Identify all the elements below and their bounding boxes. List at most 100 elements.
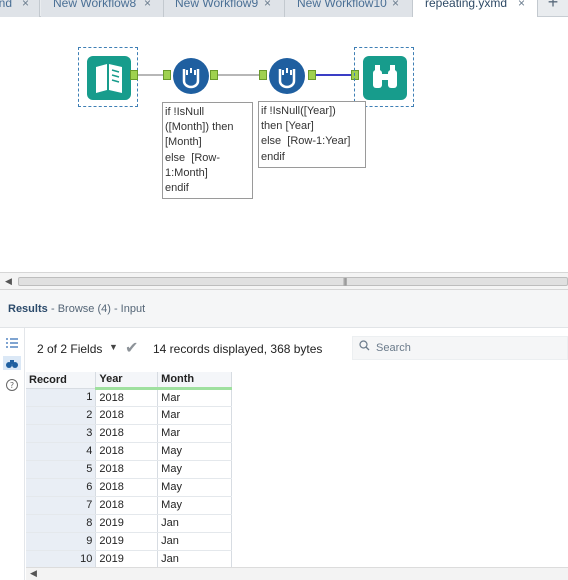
results-subtitle: - Browse (4) - Input	[51, 303, 146, 315]
results-grid[interactable]: Record Year Month 1 2018 Mar 2 2018 Mar 3 2018 M…	[26, 372, 232, 569]
table-row[interactable]: 2 2018 Mar	[26, 406, 232, 425]
book-icon	[87, 56, 131, 100]
input-data-tool[interactable]	[78, 47, 138, 107]
year-cell[interactable]: 2019	[95, 550, 159, 569]
column-header-year[interactable]: Year	[95, 372, 159, 390]
close-icon[interactable]: ×	[518, 0, 525, 13]
grid-horizontal-scrollbar[interactable]: ◀	[26, 567, 568, 580]
table-row[interactable]: 8 2019 Jan	[26, 514, 232, 533]
record-cell[interactable]: 4	[26, 442, 97, 461]
tab-label: repeating.yxmd	[425, 0, 508, 10]
month-cell[interactable]: Jan	[157, 514, 232, 533]
add-tab-button[interactable]: +	[538, 0, 568, 17]
column-header-month[interactable]: Month	[157, 372, 232, 390]
tab-new-workflow8[interactable]: New Workflow8 ×	[41, 0, 164, 17]
results-left-rail: ?	[0, 328, 25, 580]
search-icon	[359, 340, 370, 354]
record-cell[interactable]: 2	[26, 406, 97, 425]
tab-bar: ind × New Workflow8 × New Workflow9 × Ne…	[0, 0, 568, 18]
tab-label: ind	[0, 0, 13, 10]
formula-tool-1[interactable]	[173, 58, 209, 94]
table-row[interactable]: 4 2018 May	[26, 442, 232, 461]
table-row[interactable]: 5 2018 May	[26, 460, 232, 479]
results-header: Results - Browse (4) - Input	[0, 290, 568, 328]
month-cell[interactable]: Mar	[157, 388, 232, 407]
month-cell[interactable]: Mar	[157, 406, 232, 425]
canvas-horizontal-scrollbar[interactable]: ◀ |||	[0, 272, 568, 290]
month-cell[interactable]: May	[157, 496, 232, 515]
table-row[interactable]: 9 2019 Jan	[26, 532, 232, 551]
close-icon[interactable]: ×	[392, 0, 399, 13]
month-cell[interactable]: May	[157, 478, 232, 497]
tab-new-workflow10[interactable]: New Workflow10 ×	[285, 0, 413, 17]
output-anchor[interactable]	[210, 70, 218, 80]
record-cell[interactable]: 8	[26, 514, 97, 533]
year-cell[interactable]: 2019	[95, 532, 159, 551]
connection-line-selected[interactable]	[316, 74, 354, 76]
checkmark-icon: ✔	[125, 340, 139, 357]
input-anchor[interactable]	[163, 70, 171, 80]
record-cell[interactable]: 6	[26, 478, 97, 497]
output-anchor[interactable]	[130, 70, 138, 80]
formula-icon	[278, 68, 296, 89]
record-cell[interactable]: 7	[26, 496, 97, 515]
month-cell[interactable]: Jan	[157, 550, 232, 569]
table-header-row: Record Year Month	[26, 372, 232, 390]
table-row[interactable]: 3 2018 Mar	[26, 424, 232, 443]
scrollbar-thumb[interactable]: |||	[18, 277, 568, 286]
formula-icon	[182, 68, 200, 89]
close-icon[interactable]: ×	[144, 0, 151, 13]
table-row[interactable]: 10 2019 Jan	[26, 550, 232, 569]
year-cell[interactable]: 2018	[95, 496, 159, 515]
formula-annotation-2: if !IsNull([Year]) then [Year] else [Row…	[258, 101, 366, 168]
year-cell[interactable]: 2018	[95, 442, 159, 461]
record-cell[interactable]: 9	[26, 532, 97, 551]
chevron-down-icon[interactable]: ▼	[109, 342, 118, 352]
month-cell[interactable]: May	[157, 442, 232, 461]
connection-line[interactable]	[218, 74, 263, 76]
scroll-left-icon[interactable]: ◀	[5, 276, 12, 287]
year-cell[interactable]: 2018	[95, 424, 159, 443]
list-icon[interactable]	[5, 336, 19, 350]
record-cell[interactable]: 5	[26, 460, 97, 479]
browse-tool[interactable]	[354, 47, 414, 107]
fields-selector[interactable]: 2 of 2 Fields	[37, 342, 102, 356]
tab-label: New Workflow8	[53, 0, 137, 10]
year-cell[interactable]: 2019	[95, 514, 159, 533]
input-anchor[interactable]	[259, 70, 267, 80]
year-cell[interactable]: 2018	[95, 406, 159, 425]
table-row[interactable]: 1 2018 Mar	[26, 388, 232, 407]
scroll-left-icon[interactable]: ◀	[30, 568, 37, 579]
year-cell[interactable]: 2018	[95, 460, 159, 479]
table-row[interactable]: 6 2018 May	[26, 478, 232, 497]
search-box[interactable]: Search	[352, 336, 568, 360]
tab-label: New Workflow10	[297, 0, 387, 10]
year-cell[interactable]: 2018	[95, 388, 159, 407]
close-icon[interactable]: ×	[264, 0, 271, 13]
search-input[interactable]: Search	[376, 342, 411, 354]
binoculars-icon[interactable]	[3, 356, 21, 370]
tab-new-workflow9[interactable]: New Workflow9 ×	[164, 0, 285, 17]
help-icon[interactable]: ?	[5, 378, 19, 392]
svg-text:?: ?	[10, 381, 14, 390]
year-cell[interactable]: 2018	[95, 478, 159, 497]
results-toolbar: 2 of 2 Fields ▼ ✔ 14 records displayed, …	[25, 328, 568, 370]
tab-ind[interactable]: ind ×	[0, 0, 40, 17]
month-cell[interactable]: May	[157, 460, 232, 479]
record-info: 14 records displayed, 368 bytes	[153, 342, 323, 356]
table-row[interactable]: 7 2018 May	[26, 496, 232, 515]
month-cell[interactable]: Mar	[157, 424, 232, 443]
column-header-record[interactable]: Record	[26, 372, 97, 389]
record-cell[interactable]: 1	[26, 388, 97, 407]
record-cell[interactable]: 3	[26, 424, 97, 443]
month-cell[interactable]: Jan	[157, 532, 232, 551]
formula-annotation-1: if !IsNull ([Month]) then [Month] else […	[162, 102, 253, 199]
formula-tool-2[interactable]	[269, 58, 305, 94]
tab-repeating[interactable]: repeating.yxmd ×	[413, 0, 538, 18]
tab-label: New Workflow9	[175, 0, 259, 10]
close-icon[interactable]: ×	[22, 0, 29, 13]
binoculars-icon	[363, 56, 407, 100]
workflow-canvas[interactable]: if !IsNull ([Month]) then [Month] else […	[0, 17, 568, 272]
record-cell[interactable]: 10	[26, 550, 97, 569]
output-anchor[interactable]	[308, 70, 316, 80]
